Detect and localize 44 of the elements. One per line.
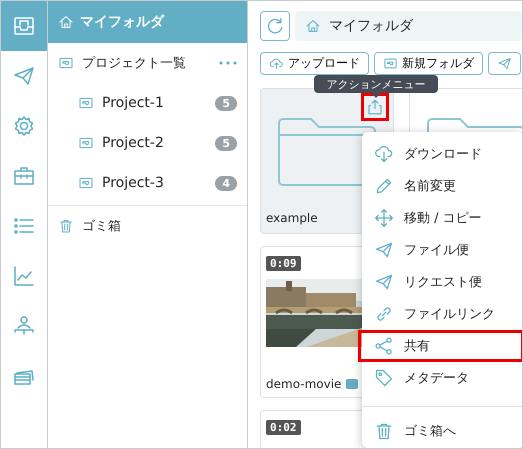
project-item[interactable]: Project-1 5 [48,83,247,123]
tag-icon [374,368,394,388]
count-badge: 5 [215,136,237,150]
sidebar-title: マイフォルダ [80,13,164,31]
share-out-icon [366,98,384,116]
move-icon [374,208,394,228]
pencil-icon [374,176,394,196]
toolbar-button[interactable] [488,52,521,75]
menu-item[interactable]: 共有 [358,330,522,362]
download-icon [374,144,394,164]
count-badge: 4 [215,176,237,190]
more-icon[interactable] [219,61,237,65]
folder-icon [78,175,94,191]
home-icon [305,18,321,34]
trash-icon [374,421,394,441]
tag-icon [346,379,358,389]
toolbar-button[interactable]: 新規フォルダ [374,52,483,75]
home-icon [58,14,74,30]
paper-plane-icon [374,272,394,292]
folder-icon [383,56,398,71]
upload-icon [269,56,284,71]
file-name: example [266,211,318,225]
sidebar-item[interactable]: プロジェクト一覧 [48,43,247,83]
folder-icon [58,55,74,71]
tooltip: アクションメニュー [314,75,438,98]
settings-icon [12,114,36,138]
sidebar-item[interactable]: ゴミ箱 [48,206,247,246]
folder-icon [78,135,94,151]
count-badge: 5 [215,96,237,110]
project-item[interactable]: Project-2 5 [48,123,247,163]
paper-plane-icon [374,240,394,260]
folder-icon [78,95,94,111]
duration-badge: 0:09 [266,256,300,271]
toolbar-button[interactable]: アップロード [260,52,369,75]
line-chart-icon [12,264,36,288]
project-item[interactable]: Project-3 4 [48,163,247,203]
refresh-icon [265,16,285,36]
trash-icon [58,218,74,234]
refresh-button[interactable] [260,11,290,41]
breadcrumb-text[interactable]: マイフォルダ [329,17,413,35]
paper-plane-icon [497,56,512,71]
duration-badge: 0:02 [266,420,300,435]
share-icon [374,336,394,356]
rail-item[interactable] [1,1,47,51]
